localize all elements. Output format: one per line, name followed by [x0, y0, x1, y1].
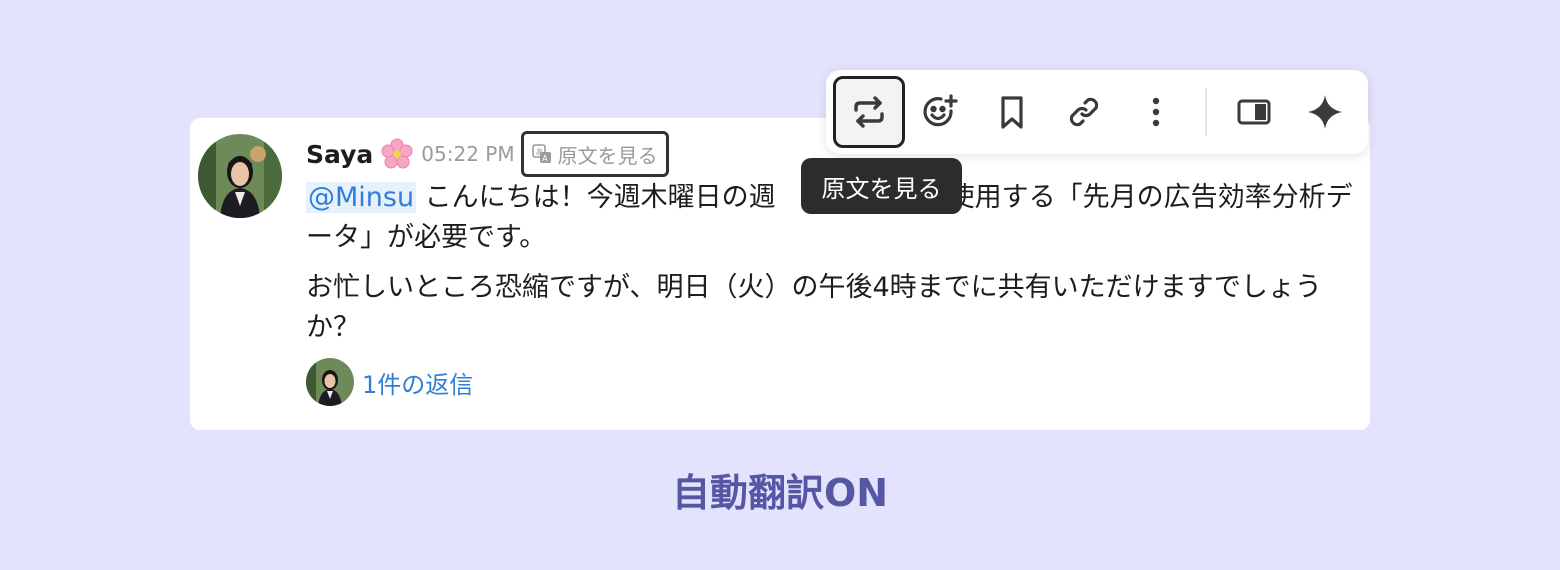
view-original-label: 原文を見る — [557, 143, 658, 168]
stage: Saya 05:22 PM あ A 原文を見る @Minsu こんにちは！今週木… — [0, 0, 1560, 570]
view-original-button[interactable]: あ A 原文を見る — [520, 131, 669, 177]
message-actions-toolbar — [826, 70, 1368, 154]
side-panel-icon — [1237, 99, 1271, 125]
more-actions-button[interactable] — [1120, 76, 1192, 148]
message-text-1: こんにちは！今週木曜日の週 — [416, 182, 776, 213]
toolbar-divider — [1205, 88, 1207, 136]
open-side-panel-button[interactable] — [1218, 76, 1290, 148]
thread-replies-label[interactable]: 1件の返信 — [362, 365, 473, 400]
message-header: Saya 05:22 PM あ A 原文を見る — [306, 131, 669, 177]
reply-avatar — [306, 358, 354, 406]
cherry-blossom-icon — [381, 138, 413, 170]
sparkle-icon — [1308, 95, 1342, 129]
message-card[interactable]: Saya 05:22 PM あ A 原文を見る @Minsu こんにちは！今週木… — [190, 118, 1370, 430]
mention-link[interactable]: @Minsu — [306, 182, 417, 213]
copy-link-button[interactable] — [1048, 76, 1120, 148]
svg-text:A: A — [542, 154, 548, 163]
bookmark-button[interactable] — [976, 76, 1048, 148]
avatar[interactable] — [198, 134, 282, 218]
bookmark-icon — [1001, 96, 1023, 129]
link-icon — [1069, 97, 1099, 127]
message-timestamp: 05:22 PM — [421, 142, 515, 166]
add-reaction-button[interactable] — [904, 76, 976, 148]
author-name[interactable]: Saya — [306, 140, 373, 169]
vertical-dots-icon — [1152, 97, 1160, 127]
thread-replies[interactable]: 1件の返信 — [306, 358, 473, 406]
ai-sparkle-button[interactable] — [1289, 76, 1361, 148]
translate-toggle-button[interactable] — [833, 76, 905, 148]
emoji-add-icon — [923, 94, 958, 127]
message-paragraph-2: お忙しいところ恐縮ですが、明日（火）の午後4時までに共有いただけますでしょうか？ — [306, 272, 1322, 343]
repeat-arrows-icon — [854, 96, 884, 128]
tooltip: 原文を見る — [801, 158, 962, 214]
feature-caption: 自動翻訳ON — [671, 471, 889, 515]
translate-icon: あ A — [531, 144, 551, 163]
